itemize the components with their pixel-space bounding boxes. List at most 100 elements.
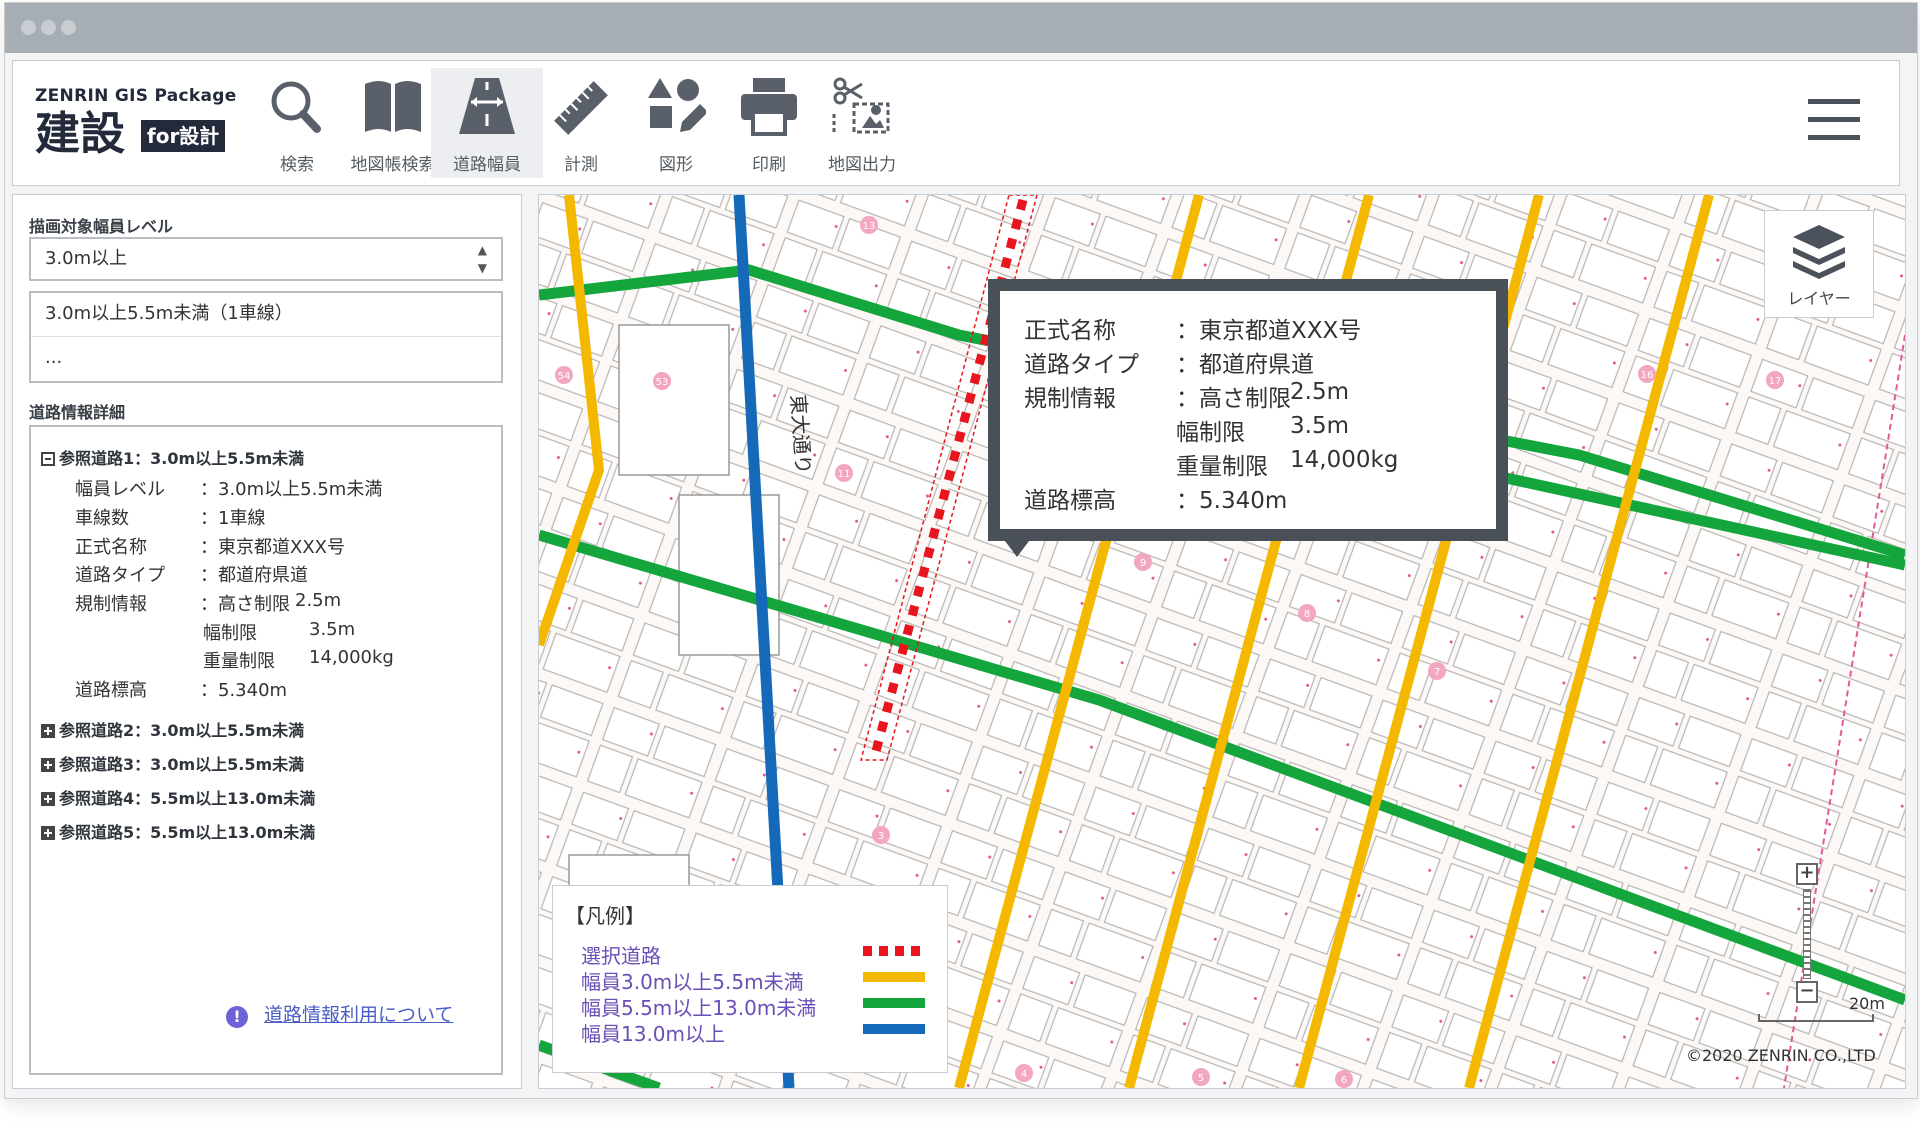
zoom-control: + − bbox=[1796, 863, 1820, 1005]
svg-text:13: 13 bbox=[863, 221, 876, 232]
detail-row: 車線数 ：1車線 bbox=[75, 508, 266, 529]
expand-icon[interactable] bbox=[41, 826, 55, 840]
popup-row: 道路標高 ：5.340m bbox=[1024, 488, 1288, 514]
legend-item-label: 幅員5.5m以上13.0m未満 bbox=[581, 996, 817, 1020]
weight-limit-label: 重量制限 bbox=[203, 651, 275, 672]
svg-text:7: 7 bbox=[1434, 667, 1440, 678]
svg-text:8: 8 bbox=[1304, 609, 1310, 620]
map-output-icon bbox=[832, 77, 890, 134]
popup-row: 正式名称 ：東京都道XXX号 bbox=[1024, 318, 1362, 344]
logo-japanese: 建設 bbox=[35, 107, 126, 160]
ruler-icon bbox=[554, 81, 608, 135]
popup-width-label: 幅制限 bbox=[1176, 420, 1245, 446]
ref-road-4-header[interactable]: 参照道路4：5.5m以上13.0m未満 bbox=[41, 785, 315, 809]
layer-button-label: レイヤー bbox=[1787, 289, 1851, 308]
window-dot-3[interactable] bbox=[61, 20, 76, 35]
window-titlebar bbox=[5, 3, 1917, 53]
expand-icon[interactable] bbox=[41, 758, 55, 772]
svg-text:3: 3 bbox=[878, 831, 884, 842]
road-info-popup: 正式名称 ：東京都道XXX号 道路タイプ ：都道府県道 規制情報 ：高さ制限 2.5m… bbox=[988, 279, 1508, 541]
svg-text:16: 16 bbox=[1641, 370, 1654, 381]
legend-swatch-yellow bbox=[863, 972, 925, 982]
search-icon bbox=[271, 81, 321, 133]
scale-bar bbox=[1758, 1014, 1874, 1022]
list-item[interactable]: 3.0m以上5.5m未満（1車線） bbox=[31, 293, 501, 337]
detail-row: 規制情報 ：高さ制限 bbox=[75, 594, 290, 615]
detail-section-title: 道路情報詳細 bbox=[29, 403, 126, 422]
legend-swatch-selected bbox=[863, 946, 925, 956]
tool-map-output[interactable]: 地図出力 bbox=[806, 68, 918, 178]
layer-button[interactable]: レイヤー bbox=[1764, 210, 1874, 318]
detail-row: 道路タイプ ：都道府県道 bbox=[75, 565, 308, 586]
popup-weight-label: 重量制限 bbox=[1176, 454, 1268, 480]
map-legend: 【凡例】 選択道路 幅員3.0m以上5.5m未満 幅員5.5m以上13.0m未満… bbox=[552, 885, 948, 1073]
ref-road-1-title: 参照道路1：3.0m以上5.5m未満 bbox=[59, 449, 305, 468]
list-item[interactable]: ... bbox=[31, 337, 501, 381]
popup-row: 規制情報 ：高さ制限 bbox=[1024, 386, 1291, 412]
popup-pointer bbox=[1005, 541, 1029, 557]
road-info-usage-link[interactable]: 道路情報利用について bbox=[264, 1000, 453, 1027]
tool-label: 地図出力 bbox=[828, 155, 896, 175]
window-dot-2[interactable] bbox=[41, 20, 56, 35]
layers-icon bbox=[1793, 225, 1845, 279]
menu-bar bbox=[1808, 99, 1860, 104]
svg-text:5: 5 bbox=[1198, 1073, 1204, 1084]
road-width-icon bbox=[459, 78, 515, 134]
legend-swatch-blue bbox=[863, 1024, 925, 1034]
weight-limit-value: 14,000kg bbox=[309, 647, 394, 668]
info-icon: ! bbox=[226, 1006, 248, 1028]
ref-road-2-header[interactable]: 参照道路2：3.0m以上5.5m未満 bbox=[41, 717, 304, 741]
legend-item-label: 幅員13.0m以上 bbox=[581, 1022, 726, 1046]
width-level-list[interactable]: 3.0m以上5.5m未満（1車線） ... bbox=[29, 291, 503, 383]
ref-road-5-header[interactable]: 参照道路5：5.5m以上13.0m未満 bbox=[41, 819, 315, 843]
menu-bar bbox=[1808, 117, 1860, 122]
svg-text:4: 4 bbox=[1021, 1069, 1027, 1080]
zoom-in-button[interactable]: + bbox=[1796, 863, 1818, 885]
road-detail-box: 参照道路1：3.0m以上5.5m未満 幅員レベル ：3.0m以上5.5m未満 車線… bbox=[29, 425, 503, 1075]
svg-text:11: 11 bbox=[838, 469, 851, 480]
map-copyright: ©2020 ZENRIN CO.,LTD bbox=[1686, 1046, 1876, 1065]
scale-label: 20m bbox=[1849, 994, 1885, 1013]
popup-width-value: 3.5m bbox=[1290, 413, 1349, 439]
logo-english: ZENRIN GIS Package bbox=[35, 86, 237, 106]
expand-icon[interactable] bbox=[41, 792, 55, 806]
legend-swatch-green bbox=[863, 998, 925, 1008]
svg-text:6: 6 bbox=[1341, 1075, 1347, 1086]
detail-row: 道路標高 ：5.340m bbox=[75, 680, 288, 701]
svg-text:53: 53 bbox=[656, 377, 669, 388]
select-arrows-icon: ▲ ▼ bbox=[477, 243, 487, 275]
popup-weight-value: 14,000kg bbox=[1290, 447, 1399, 473]
level-section-title: 描画対象幅員レベル bbox=[29, 217, 174, 236]
legend-item-label: 幅員3.0m以上5.5m未満 bbox=[581, 970, 804, 994]
map-book-icon bbox=[365, 81, 421, 132]
menu-bar bbox=[1808, 135, 1860, 140]
height-limit-value: 2.5m bbox=[295, 590, 342, 611]
popup-height-value: 2.5m bbox=[1290, 379, 1349, 405]
printer-icon bbox=[741, 78, 797, 136]
width-limit-label: 幅制限 bbox=[203, 623, 257, 644]
app-header: ZENRIN GIS Package 建設 for設計 検索 地図帳検索 道路幅… bbox=[12, 60, 1900, 186]
detail-row: 幅員レベル ：3.0m以上5.5m未満 bbox=[75, 479, 383, 500]
popup-row: 道路タイプ ：都道府県道 bbox=[1024, 352, 1314, 378]
popup-content: 正式名称 ：東京都道XXX号 道路タイプ ：都道府県道 規制情報 ：高さ制限 2.5m… bbox=[1000, 291, 1496, 529]
select-value: 3.0m以上 bbox=[45, 248, 128, 269]
expand-icon[interactable] bbox=[41, 724, 55, 738]
building bbox=[618, 324, 730, 476]
detail-row: 正式名称 ：東京都道XXX号 bbox=[75, 537, 345, 558]
shapes-icon bbox=[648, 78, 706, 132]
sidebar-panel: 描画対象幅員レベル 3.0m以上 ▲ ▼ 3.0m以上5.5m未満（1車線） ..… bbox=[12, 194, 522, 1089]
hamburger-menu-button[interactable] bbox=[1808, 99, 1860, 141]
legend-item-label: 選択道路 bbox=[581, 944, 661, 968]
width-level-select[interactable]: 3.0m以上 ▲ ▼ bbox=[29, 237, 503, 281]
ref-road-3-header[interactable]: 参照道路3：3.0m以上5.5m未満 bbox=[41, 751, 304, 775]
legend-title: 【凡例】 bbox=[565, 904, 645, 928]
ref-road-1-header[interactable]: 参照道路1：3.0m以上5.5m未満 bbox=[41, 445, 304, 469]
collapse-icon[interactable] bbox=[41, 452, 55, 466]
svg-text:17: 17 bbox=[1769, 376, 1782, 387]
zoom-slider[interactable] bbox=[1803, 889, 1811, 979]
logo-sub-badge: for設計 bbox=[141, 120, 226, 152]
window-dot-1[interactable] bbox=[21, 20, 36, 35]
zoom-out-button[interactable]: − bbox=[1796, 981, 1818, 1003]
svg-text:9: 9 bbox=[1140, 558, 1146, 569]
svg-text:54: 54 bbox=[558, 371, 571, 382]
